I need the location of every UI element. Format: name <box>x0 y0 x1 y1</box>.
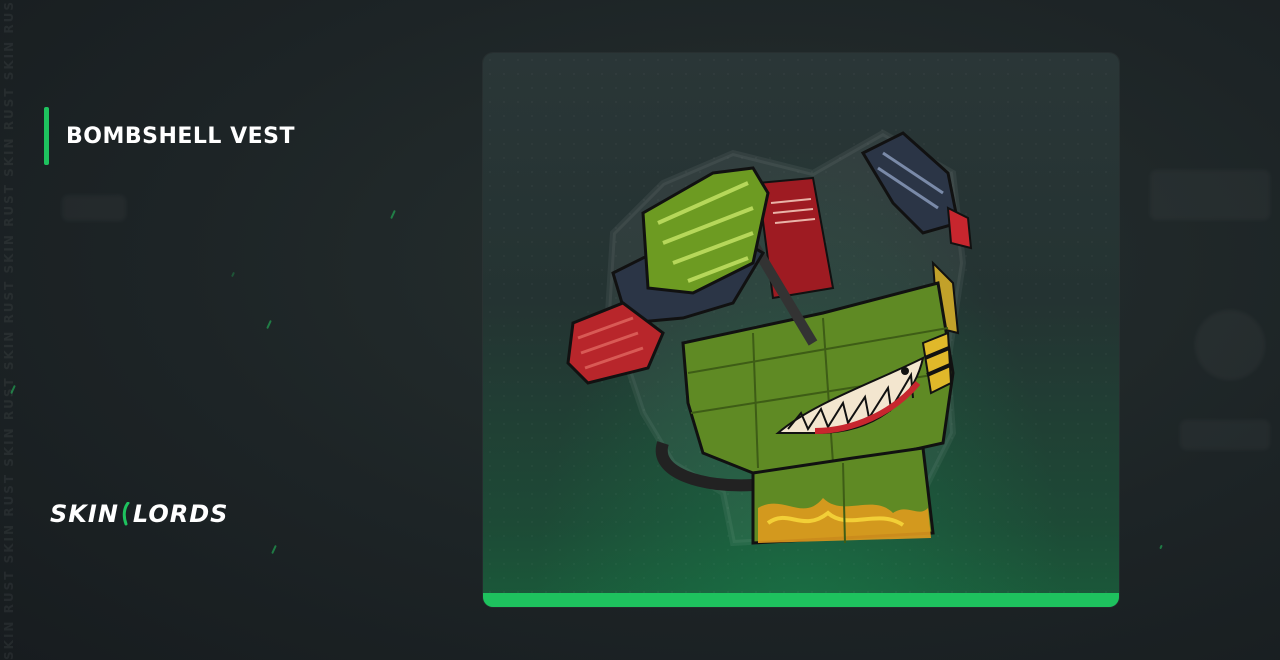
background-ghost-ui <box>1150 170 1270 220</box>
armored-vest-icon <box>566 129 973 547</box>
decorative-speck <box>266 319 272 330</box>
logo-text-left: SKIN <box>50 500 119 528</box>
skinlords-logo-mark-icon <box>121 501 131 526</box>
background-watermark: SKIN RUST SKIN RUST SKIN RUST SKIN RUST … <box>2 0 16 660</box>
decorative-speck <box>231 271 235 278</box>
background-ghost-ui <box>1180 420 1270 450</box>
item-title-block: BOMBSHELL VEST <box>44 107 295 165</box>
decorative-speck <box>390 209 396 220</box>
decorative-speck <box>271 544 277 555</box>
card-accent-bar <box>483 593 1119 607</box>
skinlords-logo[interactable]: SKIN LORDS <box>50 500 228 528</box>
background-ghost-ui <box>1195 310 1265 380</box>
background-ghost-ui <box>62 195 126 221</box>
item-card[interactable] <box>483 53 1119 607</box>
item-title: BOMBSHELL VEST <box>66 123 296 149</box>
logo-text-right: LORDS <box>132 500 229 528</box>
decorative-speck <box>1159 544 1163 550</box>
title-accent-bar <box>44 107 49 165</box>
